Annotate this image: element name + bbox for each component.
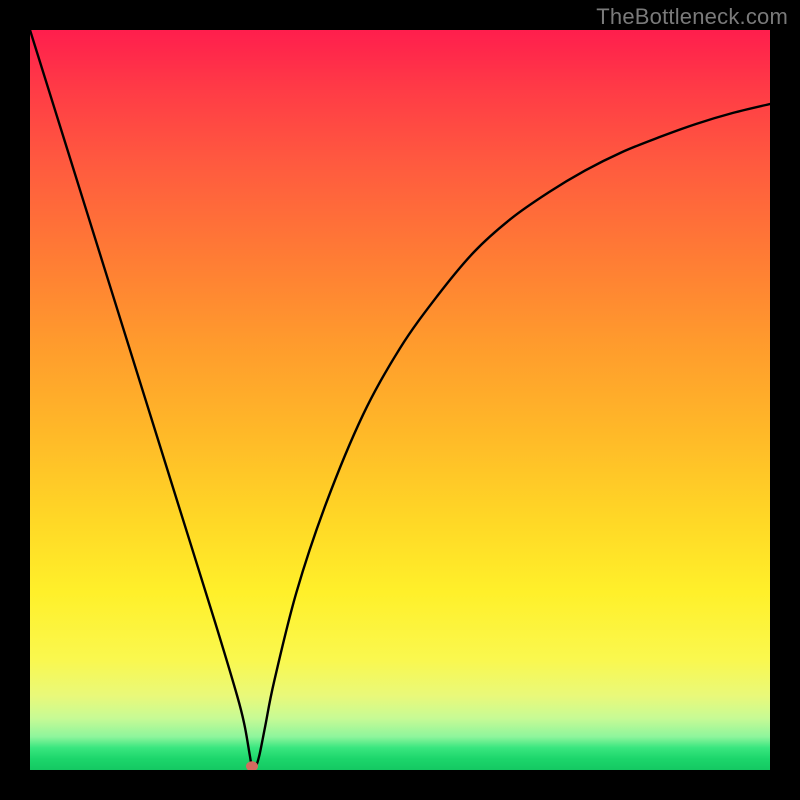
plot-area	[30, 30, 770, 770]
curve-svg	[30, 30, 770, 770]
bottleneck-curve	[30, 30, 770, 768]
chart-frame: TheBottleneck.com	[0, 0, 800, 800]
watermark-text: TheBottleneck.com	[596, 4, 788, 30]
